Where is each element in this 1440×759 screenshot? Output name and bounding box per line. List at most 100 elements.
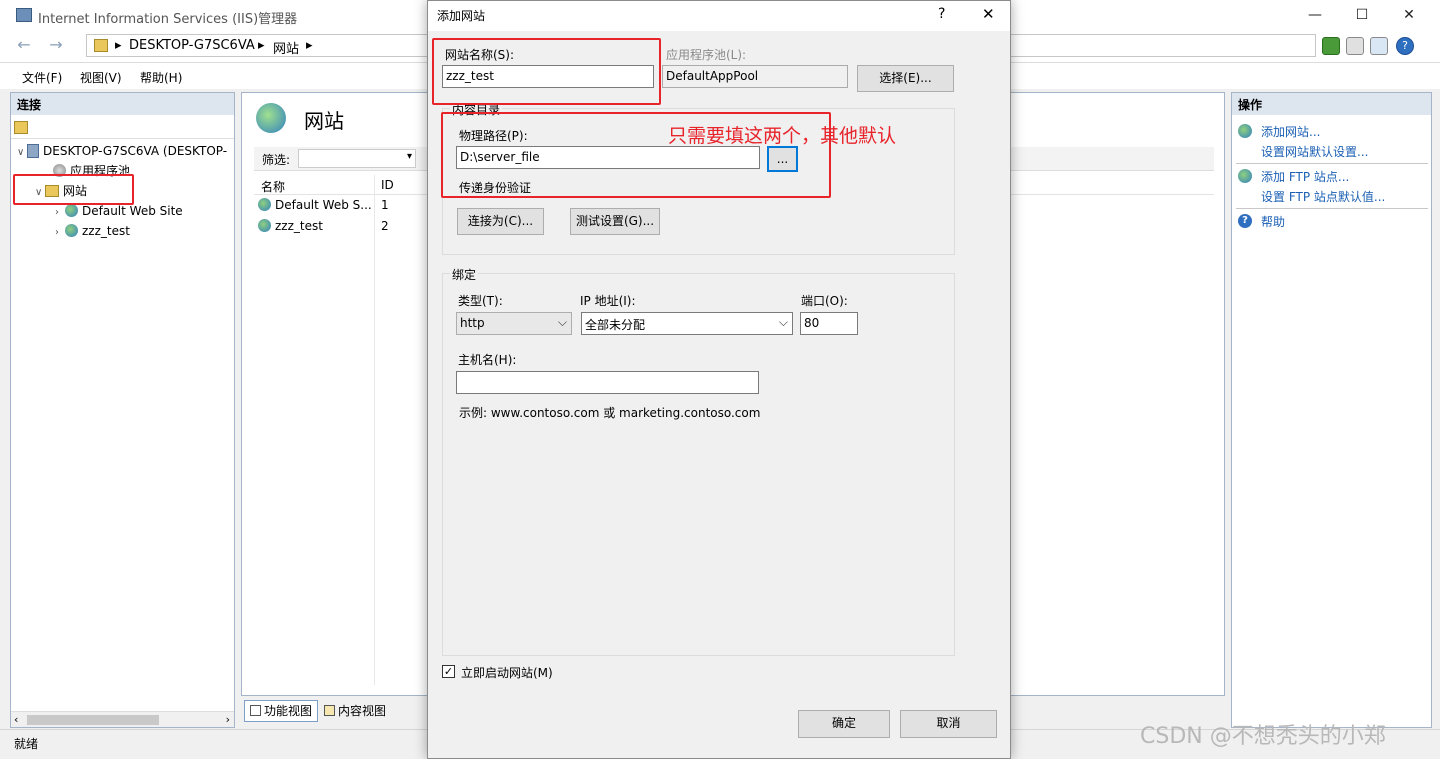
type-value: http [460,316,485,330]
crumb-sites[interactable]: 网站 [273,38,299,57]
connect-as-button[interactable]: 连接为(C)... [457,208,544,235]
action-ftp-defaults[interactable]: 设置 FTP 站点默认值... [1261,188,1385,205]
action-site-defaults[interactable]: 设置网站默认设置... [1261,143,1368,160]
dialog-title: 添加网站 [437,9,486,23]
actions-header: 操作 [1232,93,1431,115]
horizontal-scrollbar[interactable]: ‹ › [11,711,234,727]
create-connection-icon[interactable] [14,121,28,134]
site-name: Default Web S... [275,198,372,212]
hostname-example: 示例: www.contoso.com 或 marketing.contoso.… [459,406,761,420]
chevron-down-icon: ⌵ [778,315,788,329]
iis-app-icon [16,8,32,22]
tree-node-zzz-test[interactable]: › zzz_test [55,222,130,240]
globe-icon [65,224,78,237]
globe-icon [258,219,271,232]
watermark: CSDN @不想秃头的小郑 [1140,724,1386,749]
site-id: 1 [381,198,389,212]
close-window-button[interactable]: ✕ [1386,0,1432,31]
dialog-close-button[interactable]: ✕ [982,5,995,23]
action-add-site[interactable]: 添加网站... [1261,123,1320,140]
content-view-icon [324,705,336,716]
connections-header: 连接 [11,93,234,115]
globe-icon [65,204,78,217]
tree-node-server[interactable]: ∨ DESKTOP-G7SC6VA (DESKTOP- [17,142,227,160]
annotation-note: 只需要填这两个，其他默认 [668,125,897,147]
home-icon[interactable] [1370,37,1388,55]
binding-title: 绑定 [450,266,479,283]
sites-globe-icon [256,103,286,133]
action-help[interactable]: 帮助 [1261,213,1285,230]
window-title: Internet Information Services (IIS)管理器 [38,12,298,27]
app-pool-field: DefaultAppPool [662,65,848,88]
menu-help[interactable]: 帮助(H) [140,69,182,86]
start-now-label[interactable]: 立即启动网站(M) [461,664,553,681]
site-id: 2 [381,219,389,233]
divider [1236,163,1428,164]
column-name[interactable]: 名称 [261,178,285,195]
crumb-separator: ▸ [115,38,122,53]
help-icon[interactable]: ? [1396,37,1414,55]
tab-features-view[interactable]: 功能视图 [244,700,319,722]
table-row[interactable]: zzz_test [258,216,323,237]
action-add-ftp[interactable]: 添加 FTP 站点... [1261,168,1349,185]
select-app-pool-button[interactable]: 选择(E)... [857,65,954,92]
add-site-icon [1238,124,1252,138]
crumb-server[interactable]: DESKTOP-G7SC6VA [129,38,255,53]
minimize-button[interactable]: — [1292,0,1338,31]
add-ftp-icon [1238,169,1252,183]
ip-address-select[interactable]: 全部未分配 ⌵ [581,312,793,335]
features-view-icon [250,705,261,716]
menu-view[interactable]: 视图(V) [80,69,122,86]
tree-label: zzz_test [82,224,130,238]
start-now-checkbox[interactable]: ✓ [442,665,455,678]
ok-button[interactable]: 确定 [798,710,890,738]
back-arrow-icon[interactable]: ← [12,34,36,58]
dropdown-arrow-icon: ▾ [406,151,412,162]
scroll-right-icon[interactable]: › [226,713,230,726]
tree-label: DESKTOP-G7SC6VA (DESKTOP- [43,144,228,158]
maximize-button[interactable]: ☐ [1339,0,1385,31]
tab-label: 内容视图 [338,704,387,718]
filter-label: 筛选: [262,153,291,167]
connections-toolbar [11,117,234,139]
globe-icon [258,198,271,211]
ip-address-label: IP 地址(I): [580,294,636,308]
tab-content-view[interactable]: 内容视图 [318,700,392,722]
port-input[interactable]: 80 [800,312,858,335]
cancel-button[interactable]: 取消 [900,710,997,738]
type-label: 类型(T): [458,294,503,308]
collapse-icon[interactable]: ∨ [17,144,27,162]
forward-arrow-icon[interactable]: → [44,34,68,58]
scroll-left-icon[interactable]: ‹ [14,713,18,726]
expand-icon[interactable]: › [55,204,65,222]
server-icon [27,144,39,158]
page-title: 网站 [304,109,344,133]
hostname-input[interactable] [456,371,759,394]
port-label: 端口(O): [801,294,848,308]
column-id[interactable]: ID [381,178,394,192]
site-name: zzz_test [275,219,323,233]
chevron-down-icon: ⌵ [557,315,567,329]
type-select[interactable]: http ⌵ [456,312,572,335]
crumb-separator: ▸ [258,38,265,53]
refresh-icon[interactable] [1322,37,1340,55]
status-text: 就绪 [14,737,39,751]
table-row[interactable]: Default Web S... [258,195,372,216]
test-settings-button[interactable]: 测试设置(G)... [570,208,660,235]
hostname-label: 主机名(H): [458,353,517,367]
scroll-thumb[interactable] [27,715,159,725]
crumb-separator: ▸ [306,38,313,53]
tree-label: Default Web Site [82,204,183,218]
expand-icon[interactable]: › [55,224,65,242]
help-icon: ? [1238,214,1252,228]
stop-icon[interactable] [1346,37,1364,55]
dialog-help-button[interactable]: ? [938,6,945,22]
menu-file[interactable]: 文件(F) [22,69,62,86]
tab-label: 功能视图 [264,704,313,718]
filter-input[interactable]: ▾ [298,149,416,168]
dialog-titlebar: 添加网站 ? ✕ [428,1,1010,31]
view-tabs: 功能视图 内容视图 [244,700,392,722]
app-pool-label: 应用程序池(L): [666,48,747,62]
ip-address-value: 全部未分配 [585,318,646,332]
actions-pane: 操作 添加网站... 设置网站默认设置... 添加 FTP 站点... 设置 F… [1231,92,1432,728]
